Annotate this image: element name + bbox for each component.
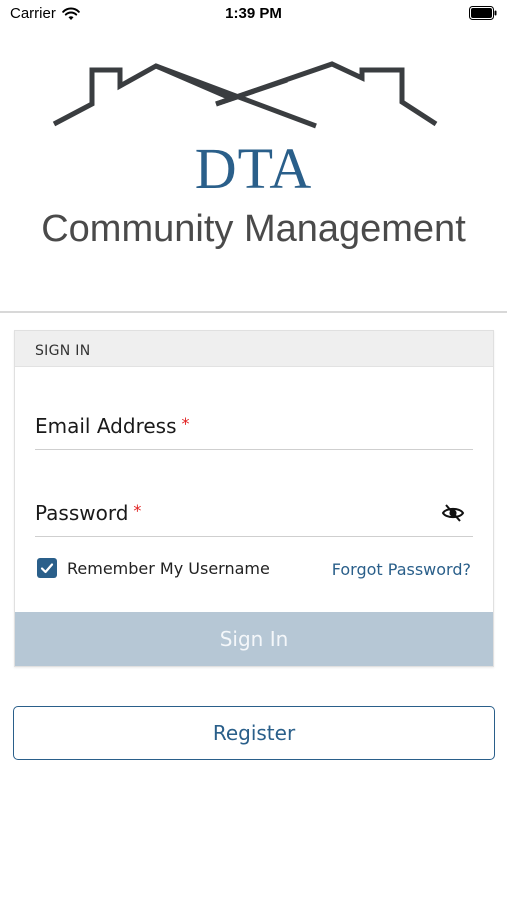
password-field[interactable]: Password * xyxy=(35,493,473,537)
email-input[interactable] xyxy=(35,406,473,449)
status-bar: Carrier 1:39 PM xyxy=(0,0,507,30)
forgot-password-link[interactable]: Forgot Password? xyxy=(332,560,471,579)
status-time: 1:39 PM xyxy=(225,5,282,22)
logo-subtitle: Community Management xyxy=(41,208,466,250)
divider xyxy=(0,311,507,313)
register-button[interactable]: Register xyxy=(13,706,495,760)
battery-icon xyxy=(469,6,497,20)
remember-checkbox[interactable] xyxy=(37,558,57,578)
password-input[interactable] xyxy=(35,493,430,536)
checkmark-icon xyxy=(40,563,54,574)
sign-in-card: SIGN IN Email Address * Password * Remembe… xyxy=(14,330,494,667)
remember-username-toggle[interactable]: Remember My Username xyxy=(37,558,270,578)
sign-in-button[interactable]: Sign In xyxy=(15,612,493,666)
email-field[interactable]: Email Address * xyxy=(35,406,473,450)
sign-in-header: SIGN IN xyxy=(15,331,493,367)
roof-logo-icon xyxy=(52,61,438,129)
logo-title: DTA xyxy=(194,136,313,201)
eye-slash-icon[interactable] xyxy=(441,501,465,525)
remember-label: Remember My Username xyxy=(67,558,270,578)
